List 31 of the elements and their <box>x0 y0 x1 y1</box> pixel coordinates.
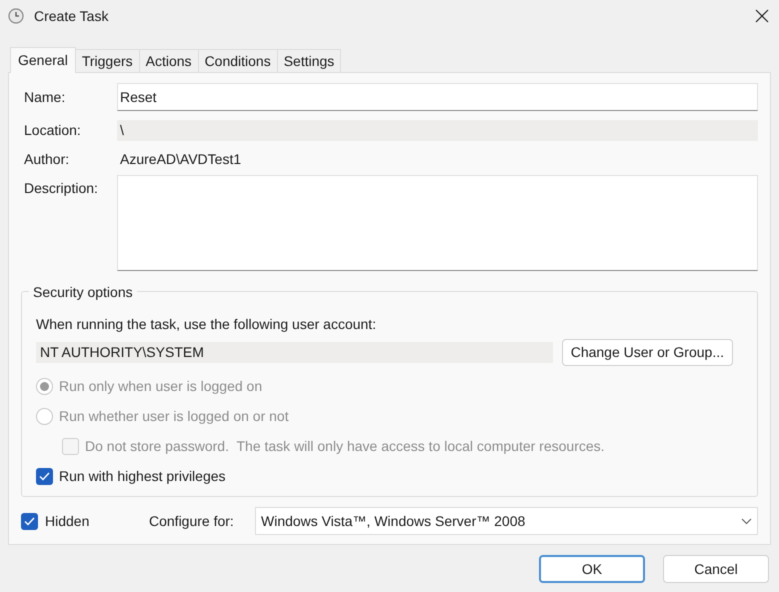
clock-icon <box>8 8 24 24</box>
option-label: Run whether user is logged on or not <box>59 406 289 426</box>
checkmark-icon <box>24 516 35 526</box>
chevron-down-icon <box>741 518 752 524</box>
option-label: Run with highest privileges <box>59 466 226 486</box>
name-field[interactable]: Reset <box>117 83 758 111</box>
option-label: Run only when user is logged on <box>59 376 262 396</box>
checkbox[interactable] <box>21 512 38 530</box>
location-label: Location: <box>23 120 82 140</box>
description-label: Description: <box>23 179 99 198</box>
checkmark-icon <box>39 472 50 480</box>
hidden-label: Hidden <box>45 512 90 530</box>
configure-label: Configure for: <box>149 512 235 531</box>
tab[interactable]: Triggers <box>74 49 140 72</box>
change-user-button[interactable]: Change User or Group... <box>562 339 733 366</box>
author-label: Author: <box>23 150 70 168</box>
checkbox[interactable] <box>36 468 53 484</box>
option-label: Do not store password. The task will only have access to local computer resources. <box>85 436 605 456</box>
close-icon[interactable] <box>755 9 769 23</box>
configure-dropdown[interactable]: Windows Vista™, Windows Server™ 2008 <box>255 507 758 535</box>
name-label: Name: <box>23 88 66 106</box>
dialog-button[interactable]: OK <box>539 555 645 583</box>
account-prompt: When running the task, use the following user account: <box>36 315 378 334</box>
account-field: NT AUTHORITY\SYSTEM <box>36 342 553 363</box>
tab[interactable]: General <box>10 47 76 73</box>
tab[interactable]: Settings <box>276 49 342 72</box>
window-title: Create Task <box>34 6 108 26</box>
dialog-button[interactable]: Cancel <box>663 555 769 583</box>
description-field[interactable] <box>117 175 758 271</box>
author-value: AzureAD\AVDTest1 <box>119 150 242 168</box>
location-field: \ <box>117 120 758 140</box>
